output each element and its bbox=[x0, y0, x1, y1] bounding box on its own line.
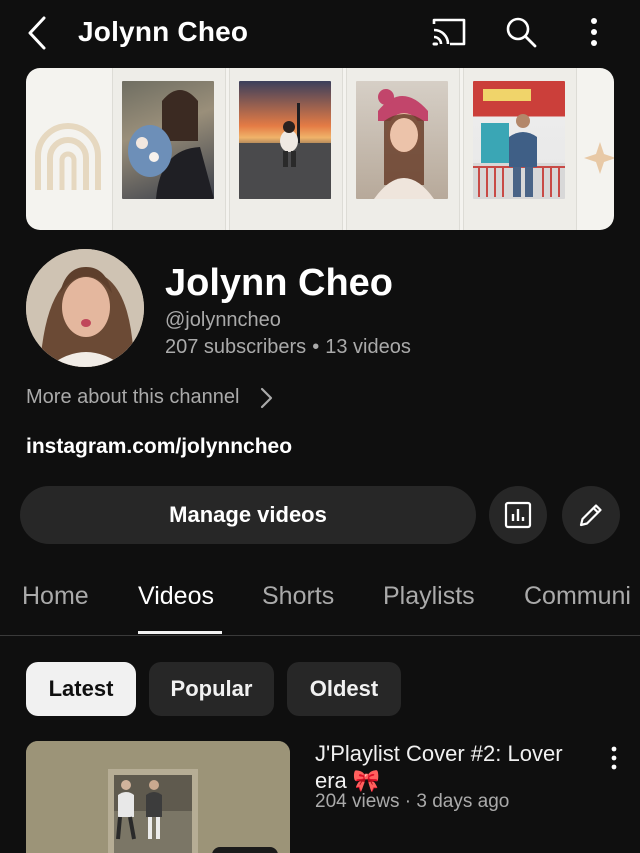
more-about-channel-link[interactable]: More about this channel bbox=[26, 386, 273, 409]
channel-banner bbox=[26, 68, 614, 230]
top-app-bar: Jolynn Cheo bbox=[0, 0, 640, 66]
video-thumbnail[interactable] bbox=[26, 741, 290, 853]
tab-home[interactable]: Home bbox=[22, 582, 89, 611]
tab-community[interactable]: Communi bbox=[524, 582, 631, 611]
tab-shorts[interactable]: Shorts bbox=[262, 582, 334, 611]
cast-icon[interactable] bbox=[430, 16, 468, 48]
banner-photo bbox=[122, 81, 214, 199]
filter-chip-popular[interactable]: Popular bbox=[149, 662, 274, 716]
banner-polaroid bbox=[346, 68, 460, 230]
pencil-icon bbox=[579, 504, 602, 527]
edit-channel-button[interactable] bbox=[562, 486, 620, 544]
video-count: 13 videos bbox=[325, 336, 411, 358]
banner-photo bbox=[239, 81, 331, 199]
banner-photo bbox=[473, 81, 565, 199]
stats-separator: • bbox=[312, 336, 320, 358]
chevron-right-icon bbox=[261, 387, 273, 408]
tab-videos[interactable]: Videos bbox=[138, 582, 214, 611]
subscriber-count: 207 subscribers bbox=[165, 336, 307, 358]
banner-polaroid bbox=[112, 68, 226, 230]
video-meta: 204 views · 3 days ago bbox=[315, 791, 510, 812]
more-vertical-icon[interactable] bbox=[604, 744, 624, 772]
channel-avatar[interactable] bbox=[26, 249, 144, 367]
banner-photo bbox=[356, 81, 448, 199]
star-decoration bbox=[584, 142, 614, 174]
filter-chip-oldest[interactable]: Oldest bbox=[287, 662, 401, 716]
analytics-button[interactable] bbox=[489, 486, 547, 544]
manage-videos-button[interactable]: Manage videos bbox=[20, 486, 476, 544]
banner-polaroid bbox=[229, 68, 343, 230]
analytics-icon bbox=[504, 501, 532, 529]
more-vertical-icon[interactable] bbox=[580, 14, 608, 50]
more-about-label: More about this channel bbox=[26, 386, 240, 408]
video-title[interactable]: J'Playlist Cover #2: Lover era 🎀 bbox=[315, 740, 591, 794]
topbar-title: Jolynn Cheo bbox=[78, 16, 249, 47]
banner-polaroid bbox=[463, 68, 577, 230]
search-icon[interactable] bbox=[503, 14, 539, 50]
active-tab-indicator bbox=[138, 631, 222, 634]
filter-chip-latest[interactable]: Latest bbox=[26, 662, 136, 716]
tab-playlists[interactable]: Playlists bbox=[383, 582, 475, 611]
rainbow-arch-decoration bbox=[35, 123, 101, 190]
channel-stats: 207 subscribers • 13 videos bbox=[165, 336, 411, 359]
back-arrow-icon[interactable] bbox=[22, 14, 56, 52]
channel-name: Jolynn Cheo bbox=[165, 262, 394, 304]
channel-external-link[interactable]: instagram.com/jolynncheo bbox=[26, 435, 292, 459]
channel-tabs: Home Videos Shorts Playlists Communi bbox=[0, 566, 640, 636]
channel-handle: @jolynncheo bbox=[165, 309, 281, 331]
